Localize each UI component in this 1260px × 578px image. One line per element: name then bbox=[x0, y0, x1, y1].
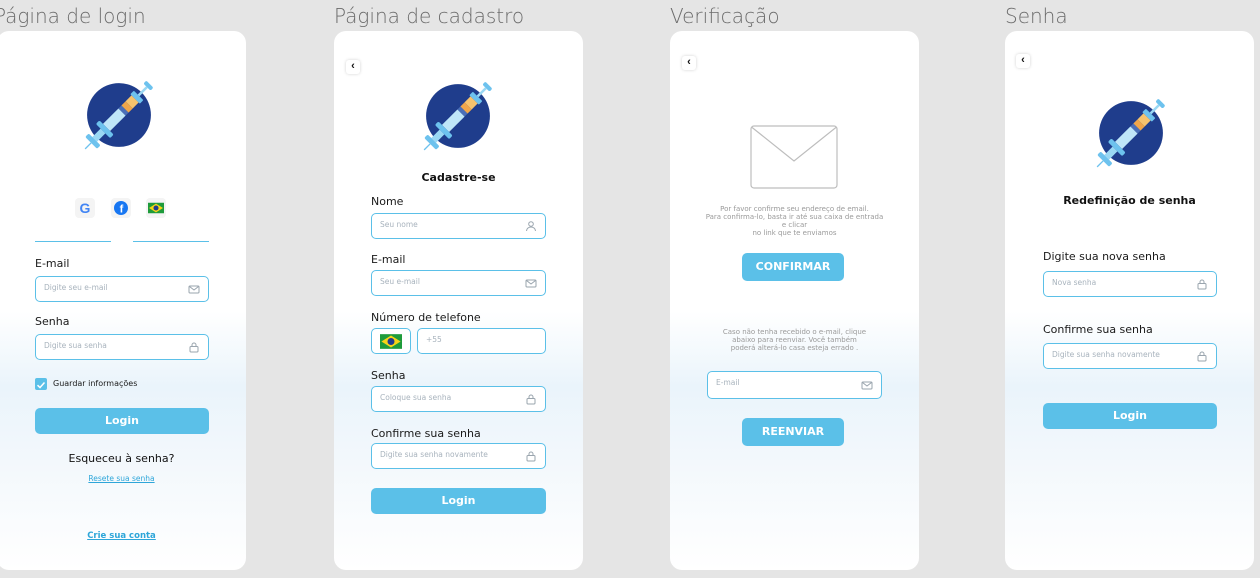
name-placeholder: Seu nome bbox=[380, 220, 418, 229]
login-card: G f E-mail Digite seu e-mail Senha Digit… bbox=[0, 31, 246, 570]
email-placeholder: Digite seu e-mail bbox=[44, 283, 108, 292]
verify-card: ‹ Por favor confirme seu endereço de ema… bbox=[670, 31, 919, 570]
remember-checkbox[interactable] bbox=[35, 378, 47, 390]
facebook-icon: f bbox=[114, 201, 128, 216]
verify-message-line3: e clicar bbox=[781, 221, 808, 229]
lock-icon bbox=[525, 393, 537, 405]
chevron-left-icon: ‹ bbox=[351, 60, 355, 72]
resend-email-input[interactable]: E-mail bbox=[707, 371, 882, 399]
verify-message-line4: no link que te enviamos bbox=[752, 229, 837, 237]
name-input[interactable]: Seu nome bbox=[371, 213, 546, 239]
lock-icon bbox=[188, 341, 200, 353]
phone-label: Número de telefone bbox=[371, 311, 481, 324]
frame-title-reset: Senha bbox=[1005, 4, 1068, 28]
email-input[interactable]: Seu e-mail bbox=[371, 270, 546, 296]
back-button[interactable]: ‹ bbox=[346, 60, 360, 74]
country-code-select[interactable] bbox=[371, 328, 411, 354]
name-label: Nome bbox=[371, 195, 404, 208]
password-label: Senha bbox=[35, 315, 70, 328]
confirm-password-label: Confirme sua senha bbox=[371, 427, 481, 440]
reset-card: ‹ Redefinição de senha Digite sua nova s… bbox=[1005, 31, 1254, 570]
user-icon bbox=[525, 220, 537, 232]
svg-text:f: f bbox=[120, 204, 124, 216]
back-button[interactable]: ‹ bbox=[1016, 54, 1030, 68]
brazil-flag-icon bbox=[380, 334, 402, 349]
reset-heading: Redefinição de senha bbox=[1063, 194, 1196, 207]
confirm-password-input[interactable]: Digite sua senha novamente bbox=[1043, 343, 1217, 369]
verify-message-line2: Para confirma-lo, basta ir até sua caixa… bbox=[705, 213, 884, 221]
confirm-password-placeholder: Digite sua senha novamente bbox=[380, 450, 488, 459]
email-label: E-mail bbox=[371, 253, 406, 266]
facebook-login-button[interactable]: f bbox=[111, 198, 131, 218]
confirm-password-placeholder: Digite sua senha novamente bbox=[1052, 350, 1160, 359]
new-password-input[interactable]: Nova senha bbox=[1043, 271, 1217, 297]
mail-icon bbox=[525, 277, 537, 289]
password-input[interactable]: Coloque sua senha bbox=[371, 386, 546, 412]
chevron-left-icon: ‹ bbox=[687, 56, 691, 68]
reset-password-link[interactable]: Resete sua senha bbox=[0, 474, 246, 483]
divider-left bbox=[35, 241, 111, 242]
resend-message-line3: poderá alterá-lo casa esteja errado . bbox=[730, 344, 859, 352]
register-heading: Cadastre-se bbox=[421, 171, 496, 184]
back-button[interactable]: ‹ bbox=[682, 56, 696, 70]
lock-icon bbox=[1196, 278, 1208, 290]
mail-icon bbox=[188, 283, 200, 295]
email-label: E-mail bbox=[35, 257, 70, 270]
syringe-logo bbox=[416, 74, 500, 158]
divider-right bbox=[133, 241, 209, 242]
svg-text:G: G bbox=[80, 200, 91, 216]
confirm-button[interactable]: CONFIRMAR bbox=[742, 253, 844, 281]
chevron-left-icon: ‹ bbox=[1021, 54, 1025, 66]
email-placeholder: Seu e-mail bbox=[380, 277, 420, 286]
govbr-login-button[interactable] bbox=[146, 198, 166, 218]
phone-placeholder: +55 bbox=[426, 335, 442, 344]
confirm-password-input[interactable]: Digite sua senha novamente bbox=[371, 443, 546, 469]
brazil-flag-icon bbox=[146, 198, 166, 218]
password-placeholder: Digite sua senha bbox=[44, 341, 107, 350]
resend-message-line1: Caso não tenha recebido o e-mail, clique bbox=[722, 328, 867, 336]
login-button[interactable]: Login bbox=[35, 408, 209, 434]
remember-label: Guardar informações bbox=[53, 379, 138, 388]
check-icon bbox=[36, 381, 46, 389]
frame-title-register: Página de cadastro bbox=[334, 4, 525, 28]
frame-title-verify: Verificação bbox=[670, 4, 780, 28]
verify-message-line1: Por favor confirme seu endereço de email… bbox=[720, 205, 869, 213]
phone-input[interactable]: +55 bbox=[417, 328, 546, 354]
reset-submit-button[interactable]: Login bbox=[1043, 403, 1217, 429]
google-icon: G bbox=[80, 200, 91, 216]
password-label: Senha bbox=[371, 369, 406, 382]
forgot-password-text: Esqueceu à senha? bbox=[68, 452, 175, 465]
syringe-logo bbox=[1089, 91, 1173, 175]
create-account-link[interactable]: Crie sua conta bbox=[0, 531, 246, 541]
lock-icon bbox=[525, 450, 537, 462]
email-placeholder: E-mail bbox=[716, 378, 740, 387]
password-input[interactable]: Digite sua senha bbox=[35, 334, 209, 360]
envelope-icon bbox=[750, 125, 838, 189]
lock-icon bbox=[1196, 350, 1208, 362]
confirm-password-label: Confirme sua senha bbox=[1043, 323, 1153, 336]
password-placeholder: Coloque sua senha bbox=[380, 393, 452, 402]
mail-icon bbox=[861, 379, 873, 391]
new-password-label: Digite sua nova senha bbox=[1043, 250, 1166, 263]
email-input[interactable]: Digite seu e-mail bbox=[35, 276, 209, 302]
resend-message-line2: abaixo para reenviar. Você também bbox=[732, 336, 857, 344]
frame-title-login: Página de login bbox=[0, 4, 146, 28]
register-card: ‹ Cadastre-se Nome Seu nome E-mail Seu e… bbox=[334, 31, 583, 570]
resend-button[interactable]: REENVIAR bbox=[742, 418, 844, 446]
syringe-logo bbox=[77, 73, 161, 157]
new-password-placeholder: Nova senha bbox=[1052, 278, 1097, 287]
google-login-button[interactable]: G bbox=[75, 198, 95, 218]
register-submit-button[interactable]: Login bbox=[371, 488, 546, 514]
